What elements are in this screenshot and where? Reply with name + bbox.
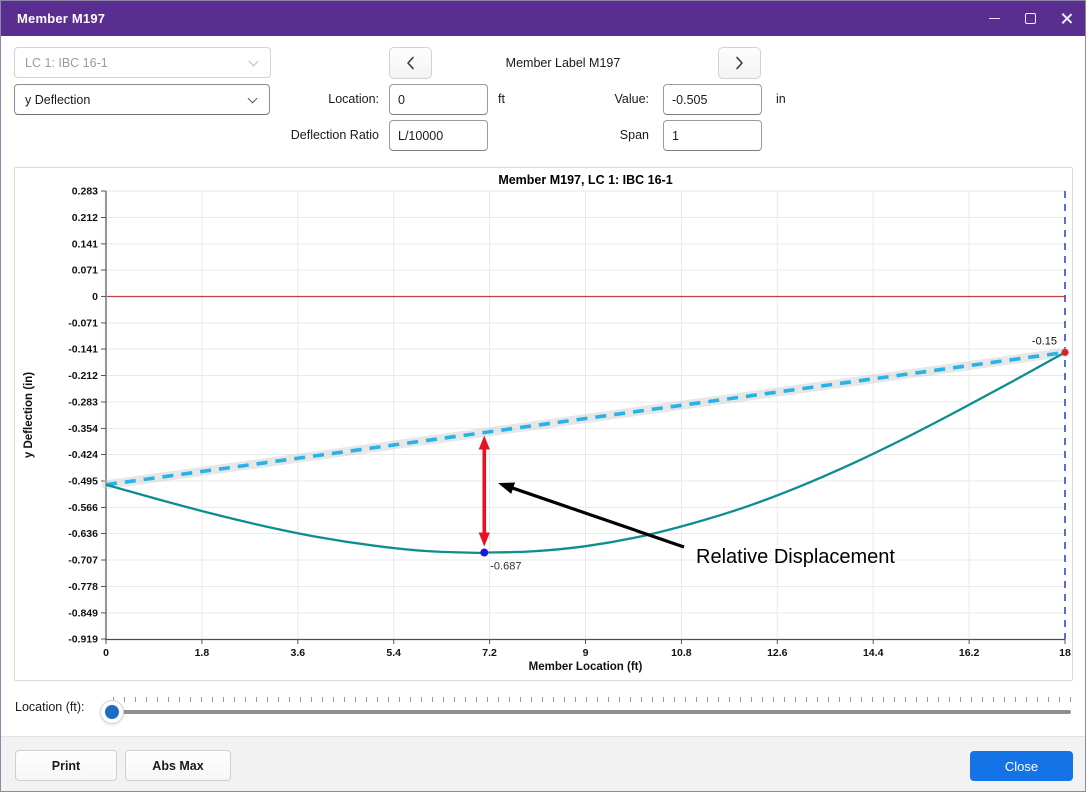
load-combination-dropdown[interactable]: LC 1: IBC 16-1 [14,47,271,78]
svg-text:1.8: 1.8 [195,647,210,659]
close-icon [1060,12,1073,25]
svg-text:-0.071: -0.071 [68,317,98,329]
chevron-down-icon [247,93,258,104]
svg-text:7.2: 7.2 [482,647,497,659]
span-input[interactable] [663,120,762,151]
minimize-icon [988,18,1000,19]
close-button[interactable]: Close [970,751,1073,781]
titlebar: Member M197 [1,1,1085,36]
chevron-right-icon [736,56,743,70]
svg-text:0: 0 [92,291,98,303]
location-unit: ft [498,92,505,106]
svg-text:10.8: 10.8 [671,647,692,659]
location-slider-track[interactable] [111,710,1071,714]
svg-text:-0.354: -0.354 [68,423,98,435]
location-slider-label: Location (ft): [15,700,85,714]
window-caption-buttons [983,1,1077,36]
svg-text:0.071: 0.071 [72,265,98,277]
deflection-ratio-label: Deflection Ratio [290,128,379,142]
svg-text:-0.778: -0.778 [68,581,98,593]
svg-text:18: 18 [1059,647,1071,659]
svg-text:-0.424: -0.424 [68,449,98,461]
location-input[interactable] [389,84,488,115]
value-label: Value: [614,92,649,106]
svg-text:9: 9 [583,647,589,659]
member-detail-dialog: Member M197 LC 1: IBC 16-1 y Deflection … [0,0,1086,792]
deflection-chart-panel[interactable]: 0.283 0.212 0.141 0.071 0 -0.071 -0.141 -0.212 -… [14,167,1073,681]
next-member-button[interactable] [718,47,761,79]
svg-text:14.4: 14.4 [863,647,884,659]
chevron-down-icon [248,56,259,67]
svg-text:-0.687: -0.687 [490,561,521,573]
location-slider-thumb[interactable] [100,700,124,724]
maximize-icon [1024,13,1036,24]
svg-text:-0.636: -0.636 [68,528,98,540]
slider-tick-marks [113,697,1071,702]
svg-text:-0.919: -0.919 [68,634,98,646]
value-unit: in [776,92,786,106]
svg-text:-0.15: -0.15 [1032,335,1057,347]
svg-text:0.141: 0.141 [72,238,98,250]
span-label: Span [619,128,649,142]
svg-text:-0.283: -0.283 [68,396,98,408]
svg-text:-0.849: -0.849 [68,607,98,619]
maximize-button[interactable] [1019,8,1041,30]
location-label: Location: [328,92,379,106]
svg-text:12.6: 12.6 [767,647,788,659]
svg-text:y Deflection (in): y Deflection (in) [23,372,35,458]
close-window-button[interactable] [1055,8,1077,30]
svg-text:Relative Displacement: Relative Displacement [696,546,895,568]
svg-text:3.6: 3.6 [290,647,305,659]
svg-text:5.4: 5.4 [386,647,401,659]
svg-text:16.2: 16.2 [959,647,980,659]
svg-text:-0.141: -0.141 [68,344,98,356]
svg-text:0.212: 0.212 [72,212,98,224]
svg-text:0.283: 0.283 [72,186,98,198]
minimize-button[interactable] [983,8,1005,30]
svg-text:-0.707: -0.707 [68,554,98,566]
svg-text:Member M197, LC 1: IBC 16-1: Member M197, LC 1: IBC 16-1 [498,173,672,187]
plot-type-value: y Deflection [25,92,91,107]
footer-bar: Print Abs Max Close [1,736,1085,791]
svg-text:-0.495: -0.495 [68,475,98,487]
svg-text:-0.212: -0.212 [68,370,98,382]
value-input[interactable] [663,84,762,115]
member-label-text: Member Label M197 [505,56,621,70]
svg-text:-0.566: -0.566 [68,502,98,514]
abs-max-button[interactable]: Abs Max [125,750,231,781]
plot-type-dropdown[interactable]: y Deflection [14,84,270,115]
chevron-left-icon [407,56,414,70]
svg-text:0: 0 [103,647,109,659]
deflection-chart[interactable]: 0.283 0.212 0.141 0.071 0 -0.071 -0.141 -0.212 -… [15,168,1072,680]
print-button[interactable]: Print [15,750,117,781]
svg-text:Member Location (ft): Member Location (ft) [529,661,643,673]
window-title: Member M197 [17,11,106,26]
deflection-ratio-input[interactable] [389,120,488,151]
load-combination-value: LC 1: IBC 16-1 [25,55,108,70]
